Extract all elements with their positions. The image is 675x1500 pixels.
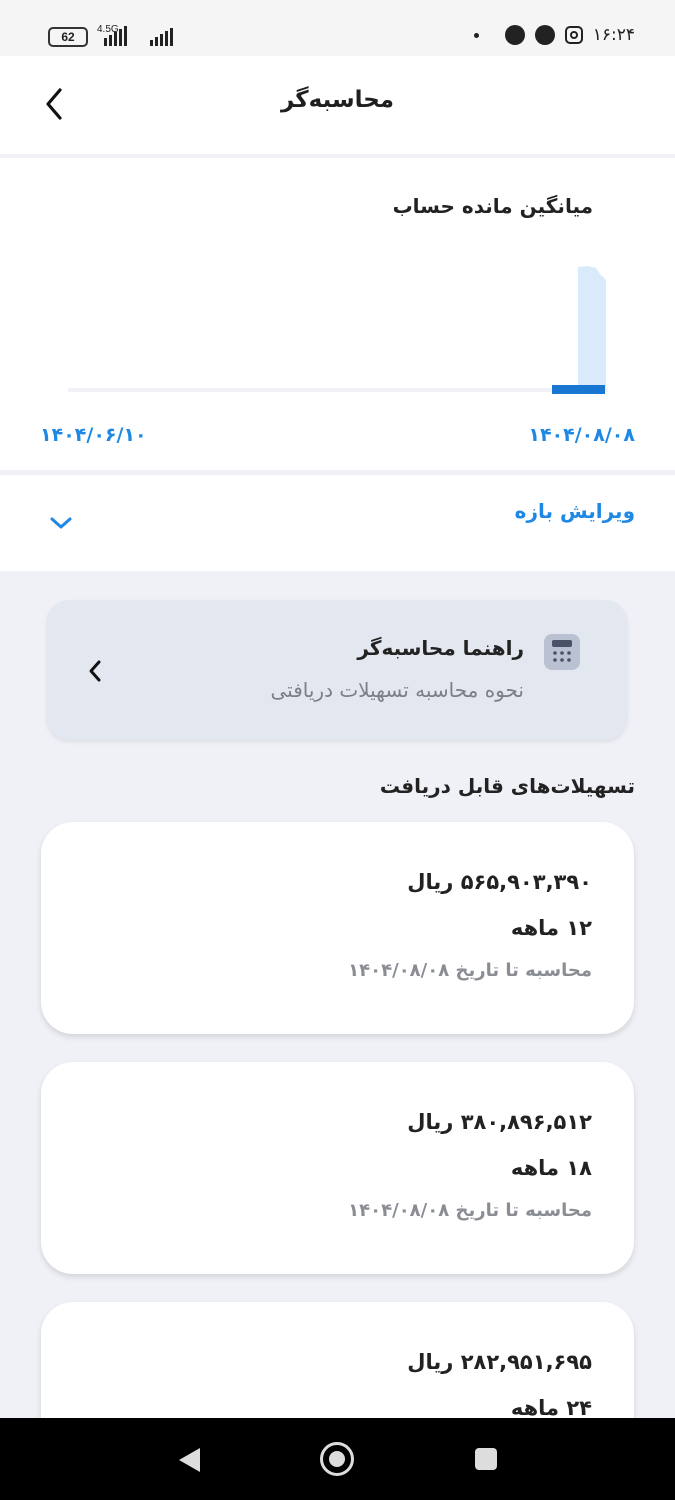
chart-start-date: ۱۴۰۴/۰۶/۱۰ bbox=[40, 424, 147, 446]
status-time: ۱۶:۲۴ bbox=[592, 25, 635, 45]
chart-bar-current bbox=[578, 266, 606, 390]
edit-range-label: ویرایش بازه bbox=[514, 499, 635, 523]
battery-icon: 62 bbox=[48, 27, 88, 47]
notification-dot-icon bbox=[473, 32, 479, 38]
calculator-icon bbox=[544, 634, 580, 670]
loan-card[interactable]: ۵۶۵,۹۰۳,۳۹۰ ریال ۱۲ ماهه محاسبه تا تاریخ… bbox=[41, 822, 634, 1034]
balance-chart bbox=[68, 266, 608, 394]
nav-home-icon[interactable] bbox=[320, 1442, 354, 1476]
signal-icon bbox=[104, 26, 127, 46]
nav-recents-icon[interactable] bbox=[475, 1448, 497, 1470]
guide-title: راهنما محاسبه‌گر bbox=[357, 636, 524, 660]
signal-icon bbox=[150, 26, 173, 46]
status-bar: 62 4.5G ۱۶:۲۴ bbox=[0, 0, 675, 56]
balance-chart-card: میانگین مانده حساب ۱۴۰۴/۰۶/۱۰ ۱۴۰۴/۰۸/۰۸ bbox=[0, 158, 675, 470]
chevron-left-icon bbox=[89, 660, 101, 682]
chart-bar-selected bbox=[552, 385, 605, 394]
nav-back-icon[interactable] bbox=[176, 1446, 202, 1474]
edit-range-row[interactable]: ویرایش بازه bbox=[0, 475, 675, 571]
chart-end-date: ۱۴۰۴/۰۸/۰۸ bbox=[528, 424, 635, 446]
section-title: تسهیلات‌های قابل دریافت bbox=[379, 774, 635, 798]
calculator-guide-card[interactable]: راهنما محاسبه‌گر نحوه محاسبه تسهیلات دری… bbox=[47, 600, 627, 740]
loan-card[interactable]: ۳۸۰,۸۹۶,۵۱۲ ریال ۱۸ ماهه محاسبه تا تاریخ… bbox=[41, 1062, 634, 1274]
loan-calc-date: محاسبه تا تاریخ ۱۴۰۴/۰۸/۰۸ bbox=[348, 960, 592, 981]
instagram-icon bbox=[564, 26, 583, 44]
app-notification-icon bbox=[534, 25, 555, 45]
loan-amount: ۵۶۵,۹۰۳,۳۹۰ ریال bbox=[407, 870, 592, 894]
loan-amount: ۳۸۰,۸۹۶,۵۱۲ ریال bbox=[407, 1110, 592, 1134]
loan-calc-date: محاسبه تا تاریخ ۱۴۰۴/۰۸/۰۸ bbox=[348, 1200, 592, 1221]
app-notification-icon bbox=[504, 25, 525, 45]
loan-term: ۲۴ ماهه bbox=[510, 1396, 592, 1420]
guide-subtitle: نحوه محاسبه تسهیلات دریافتی bbox=[270, 678, 524, 702]
page-title: محاسبه‌گر bbox=[280, 87, 395, 113]
loan-term: ۱۸ ماهه bbox=[510, 1156, 592, 1180]
loan-amount: ۲۸۲,۹۵۱,۶۹۵ ریال bbox=[407, 1350, 592, 1374]
system-nav-bar bbox=[0, 1418, 675, 1500]
chevron-down-icon bbox=[50, 517, 72, 529]
loan-term: ۱۲ ماهه bbox=[510, 916, 592, 940]
chart-baseline bbox=[68, 388, 608, 392]
app-header: محاسبه‌گر bbox=[0, 56, 675, 154]
